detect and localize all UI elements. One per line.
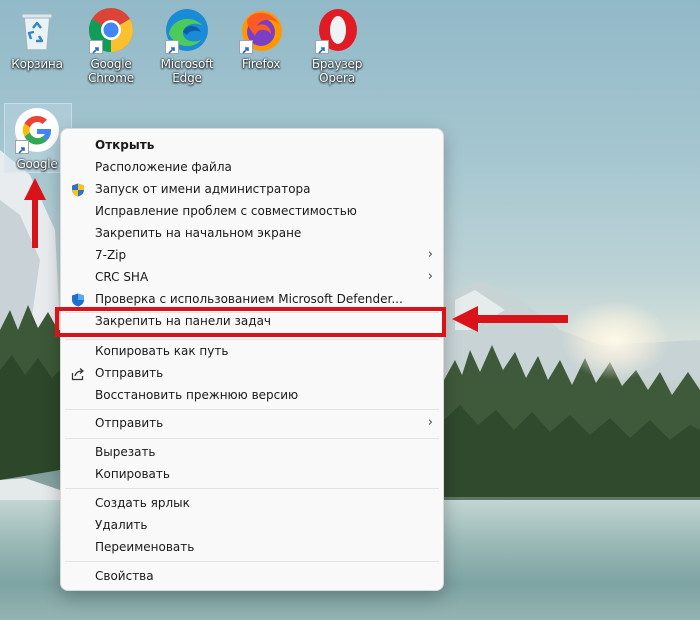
menu-item-send-to[interactable]: Отправить › xyxy=(61,412,443,434)
menu-item-copy[interactable]: Копировать xyxy=(61,463,443,485)
opera-icon xyxy=(313,6,361,54)
menu-item-copy-as-path[interactable]: Копировать как путь xyxy=(61,340,443,362)
desktop-icon-chrome[interactable]: Google Chrome xyxy=(74,4,148,85)
menu-item-label: Отправить xyxy=(95,416,164,430)
menu-item-label: Открыть xyxy=(95,138,155,152)
shortcut-arrow-icon xyxy=(239,40,253,54)
menu-item-label: Переименовать xyxy=(95,540,195,554)
menu-item-label: Запуск от имени администратора xyxy=(95,182,311,196)
annotation-arrow-left-icon xyxy=(452,306,568,332)
menu-item-restore-previous-version[interactable]: Восстановить прежнюю версию xyxy=(61,384,443,406)
menu-item-share[interactable]: Отправить xyxy=(61,362,443,384)
google-icon xyxy=(13,106,61,154)
chrome-icon xyxy=(87,6,135,54)
menu-item-pin-to-start[interactable]: Закрепить на начальном экране xyxy=(61,222,443,244)
opera-label: Браузер Opera xyxy=(311,57,363,85)
firefox-label: Firefox xyxy=(241,57,281,71)
edge-icon xyxy=(163,6,211,54)
menu-item-rename[interactable]: Переименовать xyxy=(61,536,443,558)
menu-item-7zip[interactable]: 7-Zip › xyxy=(61,244,443,266)
recycle-bin-label: Корзина xyxy=(11,57,63,71)
edge-label: Microsoft Edge xyxy=(160,57,214,85)
menu-item-label: 7-Zip xyxy=(95,248,127,262)
menu-item-delete[interactable]: Удалить xyxy=(61,514,443,536)
menu-separator xyxy=(65,409,439,410)
desktop-icon-edge[interactable]: Microsoft Edge xyxy=(150,4,224,85)
menu-item-label: Копировать как путь xyxy=(95,344,229,358)
menu-item-label: Исправление проблем с совместимостью xyxy=(95,204,357,218)
menu-item-file-location[interactable]: Расположение файла xyxy=(61,156,443,178)
menu-item-label: Закрепить на начальном экране xyxy=(95,226,302,240)
annotation-arrow-up-icon xyxy=(24,178,46,248)
menu-item-troubleshoot-compatibility[interactable]: Исправление проблем с совместимостью xyxy=(61,200,443,222)
menu-separator xyxy=(65,488,439,489)
desktop-icon-recycle-bin[interactable]: Корзина xyxy=(0,4,74,71)
defender-icon xyxy=(71,292,85,307)
menu-item-create-shortcut[interactable]: Создать ярлык xyxy=(61,492,443,514)
shortcut-arrow-icon xyxy=(165,40,179,54)
menu-item-crc-sha[interactable]: CRC SHA › xyxy=(61,266,443,288)
context-menu: Открыть Расположение файла Запуск от име… xyxy=(60,128,444,591)
menu-item-label: Свойства xyxy=(95,569,154,583)
uac-shield-icon xyxy=(71,182,85,197)
menu-item-label: Расположение файла xyxy=(95,160,232,174)
chevron-right-icon: › xyxy=(427,247,433,262)
shortcut-arrow-icon xyxy=(15,140,29,154)
firefox-icon xyxy=(237,6,285,54)
share-icon xyxy=(71,366,85,381)
menu-item-properties[interactable]: Свойства xyxy=(61,565,443,587)
menu-item-label: Удалить xyxy=(95,518,148,532)
menu-item-label: Вырезать xyxy=(95,445,156,459)
wallpaper-sun xyxy=(560,300,670,380)
menu-item-label: Восстановить прежнюю версию xyxy=(95,388,299,402)
desktop-icon-opera[interactable]: Браузер Opera xyxy=(300,4,374,85)
menu-separator xyxy=(65,438,439,439)
annotation-highlight-box xyxy=(55,307,446,337)
menu-item-run-as-admin[interactable]: Запуск от имени администратора xyxy=(61,178,443,200)
chrome-label: Google Chrome xyxy=(88,57,134,85)
menu-item-label: CRC SHA xyxy=(95,270,149,284)
shortcut-arrow-icon xyxy=(89,40,103,54)
menu-item-open[interactable]: Открыть xyxy=(61,134,443,156)
chevron-right-icon: › xyxy=(427,415,433,430)
chevron-right-icon: › xyxy=(427,269,433,284)
recycle-bin-icon xyxy=(13,6,61,54)
menu-item-label: Создать ярлык xyxy=(95,496,190,510)
shortcut-arrow-icon xyxy=(315,40,329,54)
menu-item-label: Копировать xyxy=(95,467,170,481)
desktop-icon-firefox[interactable]: Firefox xyxy=(224,4,298,71)
menu-item-label: Отправить xyxy=(95,366,164,380)
menu-separator xyxy=(65,561,439,562)
menu-item-cut[interactable]: Вырезать xyxy=(61,441,443,463)
